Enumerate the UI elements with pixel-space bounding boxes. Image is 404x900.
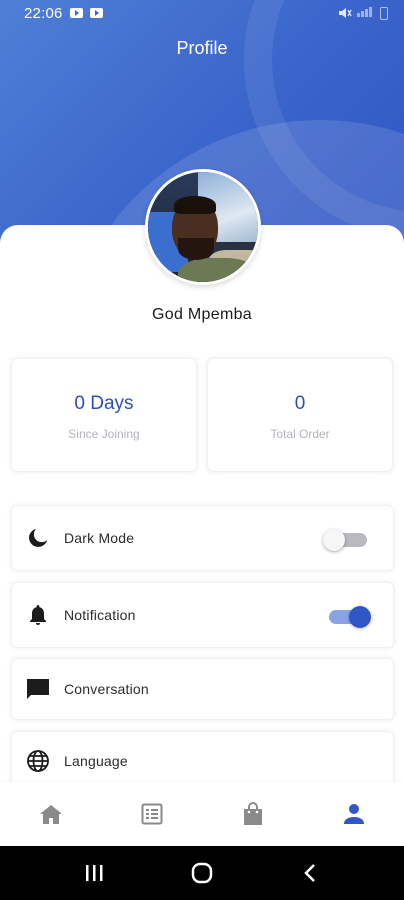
- globe-icon: [26, 749, 50, 773]
- nav-orders[interactable]: [122, 784, 182, 844]
- back-button[interactable]: [290, 853, 330, 893]
- menu-item-conversation[interactable]: Conversation: [11, 658, 394, 720]
- mute-icon: [339, 8, 352, 18]
- menu-item-label: Dark Mode: [64, 530, 135, 546]
- page-title: Profile: [176, 38, 228, 58]
- stat-value: 0: [294, 393, 306, 414]
- chat-icon: [26, 677, 50, 701]
- user-name: God Mpemba: [152, 306, 252, 323]
- menu-item-label: Conversation: [64, 681, 149, 697]
- nav-shop[interactable]: [223, 784, 283, 844]
- dark-mode-toggle[interactable]: [323, 528, 367, 551]
- home-circle-icon: [191, 862, 213, 884]
- youtube-notification-icon: [89, 8, 103, 18]
- menu-item-label: Language: [64, 753, 128, 769]
- bell-icon: [26, 603, 50, 627]
- orders-list-icon: [141, 803, 162, 825]
- home-icon: [39, 805, 62, 824]
- menu-item-dark-mode[interactable]: Dark Mode: [11, 505, 394, 571]
- avatar[interactable]: [145, 169, 261, 285]
- recent-apps-button[interactable]: [74, 853, 114, 893]
- bottom-navigation: [0, 782, 404, 846]
- battery-icon: [380, 6, 388, 20]
- menu-item-notification[interactable]: Notification: [11, 582, 394, 648]
- stat-card-days: 0 Days Since Joining: [11, 358, 197, 472]
- person-icon: [343, 804, 364, 824]
- back-chevron-icon: [304, 864, 315, 882]
- stat-value: 0 Days: [74, 393, 134, 414]
- moon-icon: [26, 526, 50, 550]
- status-time: 22:06: [24, 4, 63, 22]
- signal-strength-icon: [356, 6, 372, 20]
- stat-card-orders: 0 Total Order: [207, 358, 393, 472]
- youtube-notification-icon: [69, 8, 83, 18]
- menu-item-label: Notification: [64, 607, 136, 623]
- nav-home[interactable]: [21, 784, 81, 844]
- shopping-bag-icon: [243, 802, 262, 825]
- stat-label: Since Joining: [68, 427, 140, 441]
- recents-icon: [86, 865, 103, 881]
- nav-profile[interactable]: [324, 784, 384, 844]
- status-indicators: [338, 6, 388, 20]
- system-navigation-bar: [0, 846, 404, 900]
- notification-toggle[interactable]: [327, 605, 371, 628]
- status-bar: 22:06: [0, 0, 404, 26]
- home-system-button[interactable]: [182, 853, 222, 893]
- stat-label: Total Order: [270, 427, 330, 441]
